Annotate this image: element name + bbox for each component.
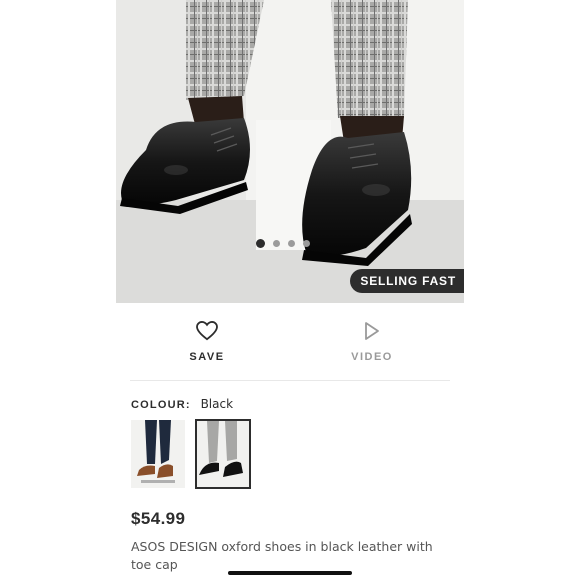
- right-margin: [464, 0, 580, 580]
- product-page: SELLING FAST SAVE VIDEO COLOUR: Black $5…: [116, 0, 464, 580]
- left-margin: [0, 0, 116, 580]
- product-image[interactable]: SELLING FAST: [116, 0, 464, 303]
- play-icon: [365, 322, 379, 340]
- save-label: SAVE: [189, 351, 225, 363]
- product-title: ASOS DESIGN oxford shoes in black leathe…: [131, 539, 433, 572]
- gallery-dot[interactable]: [256, 239, 265, 248]
- video-label: VIDEO: [351, 351, 393, 363]
- gallery-dot[interactable]: [288, 240, 295, 247]
- action-row: SAVE VIDEO: [116, 303, 464, 381]
- video-button[interactable]: VIDEO: [312, 321, 432, 363]
- black-shoe-thumbnail-image: [197, 421, 249, 487]
- save-button[interactable]: SAVE: [147, 321, 267, 363]
- app-frame: SELLING FAST SAVE VIDEO COLOUR: Black $5…: [0, 0, 580, 580]
- product-photo-illustration: [116, 0, 464, 303]
- colour-selector: COLOUR: Black: [131, 397, 233, 411]
- product-price: $54.99: [131, 509, 186, 528]
- selling-fast-badge: SELLING FAST: [350, 269, 464, 293]
- home-indicator[interactable]: [228, 571, 352, 575]
- gallery-dot[interactable]: [303, 240, 310, 247]
- section-divider: [130, 380, 450, 381]
- gallery-pagination[interactable]: [256, 239, 310, 248]
- heart-icon: [196, 321, 218, 341]
- colour-value: Black: [200, 397, 234, 411]
- tan-shoe-thumbnail-image: [131, 420, 185, 488]
- black-shoe-thumbnail[interactable]: [195, 419, 251, 489]
- colour-label: COLOUR:: [131, 399, 191, 411]
- gallery-dot[interactable]: [273, 240, 280, 247]
- tan-shoe-thumbnail[interactable]: [131, 420, 185, 488]
